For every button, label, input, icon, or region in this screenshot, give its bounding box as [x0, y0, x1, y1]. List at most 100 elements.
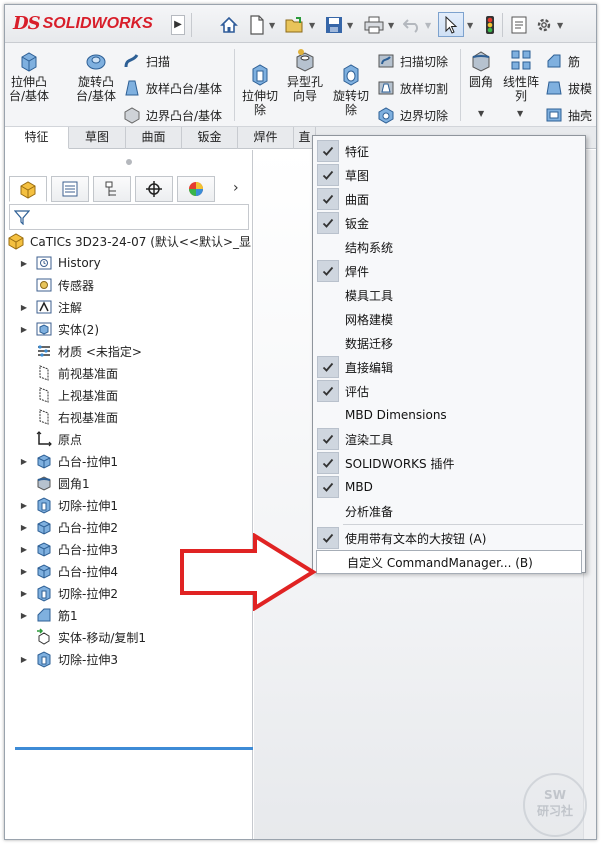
- tree-item[interactable]: ▶ History: [19, 252, 101, 274]
- expand-arrow-icon[interactable]: ▶: [19, 325, 29, 334]
- tree-filter-bar[interactable]: [9, 204, 249, 230]
- tree-item[interactable]: ▶ 切除-拉伸1: [19, 494, 118, 516]
- tree-item[interactable]: ▶ 凸台-拉伸4: [19, 560, 118, 582]
- expand-arrow-icon[interactable]: ▶: [19, 589, 29, 598]
- configuration-manager-icon[interactable]: [93, 176, 131, 202]
- tree-item[interactable]: 上视基准面: [19, 384, 118, 406]
- tree-item[interactable]: ▶ 实体(2): [19, 318, 99, 340]
- open-icon[interactable]: [283, 14, 307, 36]
- dimxpert-icon[interactable]: [135, 176, 173, 202]
- boundary-cut-button[interactable]: 边界切除: [377, 105, 448, 125]
- new-dropdown-icon[interactable]: ▼: [269, 14, 279, 36]
- menu-item[interactable]: 模具工具: [315, 283, 583, 307]
- draft-button[interactable]: 拔模: [545, 78, 592, 98]
- feature-manager-icon[interactable]: [9, 176, 47, 202]
- options-dropdown-icon[interactable]: ▼: [557, 14, 567, 36]
- tree-item[interactable]: ▶ 切除-拉伸3: [19, 648, 118, 670]
- tab-sketch[interactable]: 草图: [69, 127, 126, 149]
- tree-item[interactable]: ▶ 凸台-拉伸2: [19, 516, 118, 538]
- expand-arrow-icon[interactable]: ▶: [19, 567, 29, 576]
- file-properties-icon[interactable]: [508, 14, 530, 36]
- fillet-dropdown-icon[interactable]: ▼: [478, 109, 484, 118]
- swept-cut-button[interactable]: 扫描切除: [377, 51, 448, 71]
- panel-grip[interactable]: [126, 159, 132, 165]
- expand-arrow-icon[interactable]: ▶: [19, 303, 29, 312]
- chevron-right-icon[interactable]: ›: [233, 180, 239, 196]
- menu-item[interactable]: 分析准备: [315, 499, 583, 523]
- expand-arrow-icon[interactable]: ▶: [19, 611, 29, 620]
- menu-item-use-large-buttons[interactable]: 使用带有文本的大按钮 (A): [315, 526, 583, 550]
- rebuild-traffic-light-icon[interactable]: [482, 14, 498, 36]
- menu-item[interactable]: MBD Dimensions: [315, 403, 583, 427]
- tree-item[interactable]: 前视基准面: [19, 362, 118, 384]
- select-dropdown-icon[interactable]: ▼: [467, 14, 477, 36]
- display-manager-icon[interactable]: [177, 176, 215, 202]
- tab-features[interactable]: 特征: [5, 127, 69, 149]
- expand-arrow-icon[interactable]: ▶: [19, 655, 29, 664]
- tree-item[interactable]: ▶ 切除-拉伸2: [19, 582, 118, 604]
- menu-item[interactable]: 网格建模: [315, 307, 583, 331]
- boundary-boss-button[interactable]: 边界凸台/基体: [123, 105, 222, 125]
- undo-icon[interactable]: [401, 14, 423, 36]
- new-document-icon[interactable]: [247, 14, 267, 36]
- menu-item[interactable]: 结构系统: [315, 235, 583, 259]
- select-icon[interactable]: [438, 12, 464, 37]
- extrude-boss-button[interactable]: 拉伸凸 台/基体: [7, 47, 51, 103]
- fillet-button[interactable]: 圆角: [463, 47, 499, 89]
- tree-item[interactable]: 实体-移动/复制1: [19, 626, 146, 648]
- menu-item[interactable]: 渲染工具: [315, 427, 583, 451]
- tree-item[interactable]: ▶ 凸台-拉伸1: [19, 450, 118, 472]
- expand-arrow-icon[interactable]: ▶: [19, 523, 29, 532]
- tab-weldments[interactable]: 焊件: [238, 127, 294, 149]
- menu-item[interactable]: 直接编辑: [315, 355, 583, 379]
- shell-button[interactable]: 抽壳: [545, 105, 592, 125]
- revolve-boss-button[interactable]: 旋转凸 台/基体: [73, 47, 119, 103]
- revolve-cut-button[interactable]: 旋转切 除: [329, 61, 373, 117]
- property-manager-icon[interactable]: [51, 176, 89, 202]
- menu-item[interactable]: 特征: [315, 139, 583, 163]
- menu-item[interactable]: 曲面: [315, 187, 583, 211]
- expand-arrow-icon[interactable]: ▶: [19, 457, 29, 466]
- sweep-button[interactable]: 扫描: [123, 51, 170, 71]
- menu-item[interactable]: SOLIDWORKS 插件: [315, 451, 583, 475]
- tree-item[interactable]: 传感器: [19, 274, 94, 296]
- menu-expand-button[interactable]: ▶: [171, 15, 185, 35]
- lofted-cut-button[interactable]: 放样切割: [377, 78, 448, 98]
- linear-pattern-button[interactable]: 线性阵 列: [501, 47, 541, 103]
- menu-item-customize-commandmanager[interactable]: 自定义 CommandManager... (B): [316, 550, 582, 574]
- tree-root[interactable]: CaTICs 3D23-24-07 (默认<<默认>_显: [7, 230, 251, 252]
- save-dropdown-icon[interactable]: ▼: [347, 14, 357, 36]
- print-dropdown-icon[interactable]: ▼: [388, 14, 398, 36]
- undo-dropdown-icon[interactable]: ▼: [425, 14, 435, 36]
- print-icon[interactable]: [362, 14, 386, 36]
- menu-item[interactable]: 草图: [315, 163, 583, 187]
- home-icon[interactable]: [217, 14, 241, 36]
- tree-item[interactable]: ▶ 筋1: [19, 604, 78, 626]
- save-icon[interactable]: [323, 14, 345, 36]
- tree-item[interactable]: 材质 <未指定>: [19, 340, 142, 362]
- loft-boss-button[interactable]: 放样凸台/基体: [123, 78, 222, 98]
- menu-item[interactable]: 钣金: [315, 211, 583, 235]
- expand-arrow-icon[interactable]: ▶: [19, 501, 29, 510]
- tree-item[interactable]: ▶ 凸台-拉伸3: [19, 538, 118, 560]
- expand-arrow-icon[interactable]: ▶: [19, 545, 29, 554]
- linear-pattern-dropdown-icon[interactable]: ▼: [517, 109, 523, 118]
- filter-icon[interactable]: [14, 209, 30, 225]
- menu-item[interactable]: 焊件: [315, 259, 583, 283]
- expand-arrow-icon[interactable]: ▶: [19, 259, 29, 268]
- tab-sheet-metal[interactable]: 钣金: [182, 127, 238, 149]
- extrude-cut-button[interactable]: 拉伸切 除: [239, 61, 281, 117]
- tree-item[interactable]: 圆角1: [19, 472, 90, 494]
- tree-item[interactable]: 右视基准面: [19, 406, 118, 428]
- options-gear-icon[interactable]: [533, 14, 555, 36]
- hole-wizard-button[interactable]: 异型孔 向导: [283, 47, 327, 103]
- rollback-bar[interactable]: [15, 747, 253, 750]
- menu-item[interactable]: 数据迁移: [315, 331, 583, 355]
- rib-button[interactable]: 筋: [545, 51, 580, 71]
- tree-item[interactable]: ▶ 注解: [19, 296, 82, 318]
- tab-surfaces[interactable]: 曲面: [126, 127, 182, 149]
- open-dropdown-icon[interactable]: ▼: [309, 14, 319, 36]
- menu-item[interactable]: 评估: [315, 379, 583, 403]
- menu-item[interactable]: MBD: [315, 475, 583, 499]
- tree-item[interactable]: 原点: [19, 428, 82, 450]
